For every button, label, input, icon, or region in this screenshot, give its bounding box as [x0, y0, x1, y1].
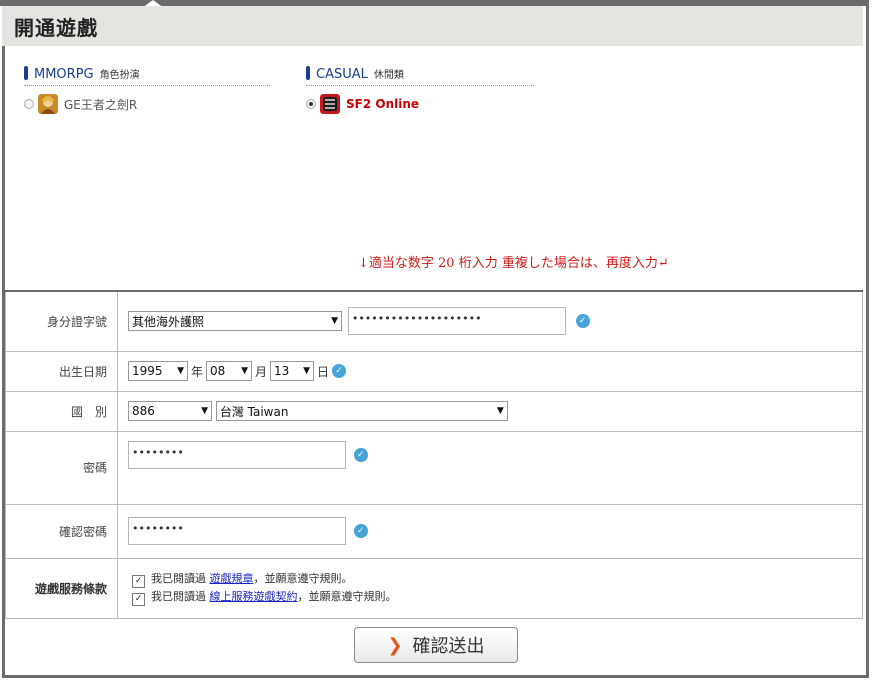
year-unit: 年	[191, 364, 204, 379]
category-sub: 休閒類	[373, 70, 404, 81]
terms-agree-1[interactable]: ✓ 我已閱讀過 遊戲規章，並願意遵守規則。	[132, 570, 861, 588]
country-select[interactable]: 台灣 Taiwan ▼	[215, 401, 508, 421]
game-label: GE王者之劍R	[64, 97, 138, 112]
dropdown-arrow-icon: ▼	[303, 366, 311, 376]
category-name: MMORPG	[34, 67, 94, 82]
confirm-label: 確認密碼	[5, 503, 118, 559]
page-title: 開通遊戲	[14, 16, 98, 40]
dropdown-arrow-icon: ▼	[331, 316, 338, 327]
registration-form: 身分證字號 其他海外護照 ▼ •••••••••••••••••••• ✓ 出生日…	[5, 290, 863, 619]
dropdown-arrow-icon: ▼	[177, 366, 184, 376]
form-row-country: 國 別 886 ▼ 台灣 Taiwan ▼	[5, 390, 863, 432]
check-ok-icon: ✓	[332, 364, 347, 378]
category-divider	[24, 85, 270, 86]
terms-label: 遊戲服務條款	[5, 557, 118, 619]
birth-day-select[interactable]: 13 ▼	[270, 361, 315, 381]
birth-month-select[interactable]: 08 ▼	[206, 361, 253, 381]
radio-button[interactable]	[306, 99, 316, 109]
check-ok-icon: ✓	[575, 314, 590, 329]
submit-label: 確認送出	[412, 636, 485, 657]
game-option-ge[interactable]: GE王者之劍R	[24, 94, 137, 114]
id-type-select[interactable]: 其他海外護照 ▼	[128, 311, 342, 332]
terms-link-rules[interactable]: 遊戲規章	[210, 572, 254, 585]
category-name: CASUAL	[316, 67, 368, 82]
id-label: 身分證字號	[5, 290, 118, 352]
category-marker-icon	[24, 66, 28, 80]
check-ok-icon: ✓	[353, 447, 368, 462]
id-number-input[interactable]: ••••••••••••••••••••	[347, 307, 566, 336]
form-row-confirm: 確認密碼 •••••••• ✓	[5, 503, 863, 559]
dropdown-arrow-icon: ▼	[241, 366, 249, 376]
game-label: SF2 Online	[346, 97, 420, 111]
category-mmorpg: MMORPG 角色扮演	[24, 66, 140, 82]
birth-label: 出生日期	[5, 350, 118, 392]
day-unit: 日	[317, 364, 330, 379]
chevron-right-icon: ❯	[387, 634, 403, 656]
ge-game-icon	[38, 94, 58, 114]
country-label: 國 別	[5, 390, 118, 432]
page-header: 開通遊戲	[2, 6, 863, 46]
password-label: 密碼	[5, 430, 118, 505]
game-option-sf2[interactable]: SF2 Online	[306, 94, 419, 114]
category-sub: 角色扮演	[99, 70, 140, 81]
checkbox-checked-icon[interactable]: ✓	[132, 593, 145, 606]
terms-agree-2[interactable]: ✓ 我已閱讀過 線上服務遊戲契約，並願意遵守規則。	[132, 588, 861, 606]
category-marker-icon	[306, 66, 310, 80]
form-row-birth: 出生日期 1995 ▼ 年 08 ▼ 月 13 ▼ 日 ✓	[5, 350, 863, 392]
dropdown-arrow-icon: ▼	[201, 406, 208, 416]
password-input[interactable]: ••••••••	[128, 440, 346, 469]
sf2-game-icon	[320, 94, 340, 114]
dropdown-arrow-icon: ▼	[496, 406, 504, 416]
form-row-password: 密碼 •••••••• ✓	[5, 430, 863, 505]
terms-link-contract[interactable]: 線上服務遊戲契約	[210, 590, 298, 603]
month-unit: 月	[255, 364, 268, 379]
submit-button[interactable]: ❯ 確認送出	[354, 627, 518, 663]
category-casual: CASUAL 休閒類	[306, 66, 404, 82]
form-row-id: 身分證字號 其他海外護照 ▼ •••••••••••••••••••• ✓	[5, 290, 863, 352]
radio-button[interactable]	[24, 99, 34, 109]
form-row-terms: 遊戲服務條款 ✓ 我已閱讀過 遊戲規章，並願意遵守規則。 ✓ 我已閱讀過 線上服務遊…	[5, 557, 863, 619]
check-ok-icon: ✓	[353, 524, 368, 538]
input-note: ↓適当な数字 20 桁入力 重複した場合は、再度入力↵	[358, 256, 669, 271]
checkbox-checked-icon[interactable]: ✓	[132, 575, 145, 588]
confirm-password-input[interactable]: ••••••••	[128, 517, 346, 545]
country-code-select[interactable]: 886 ▼	[128, 401, 212, 421]
birth-year-select[interactable]: 1995 ▼	[128, 361, 188, 381]
category-divider	[306, 85, 534, 86]
